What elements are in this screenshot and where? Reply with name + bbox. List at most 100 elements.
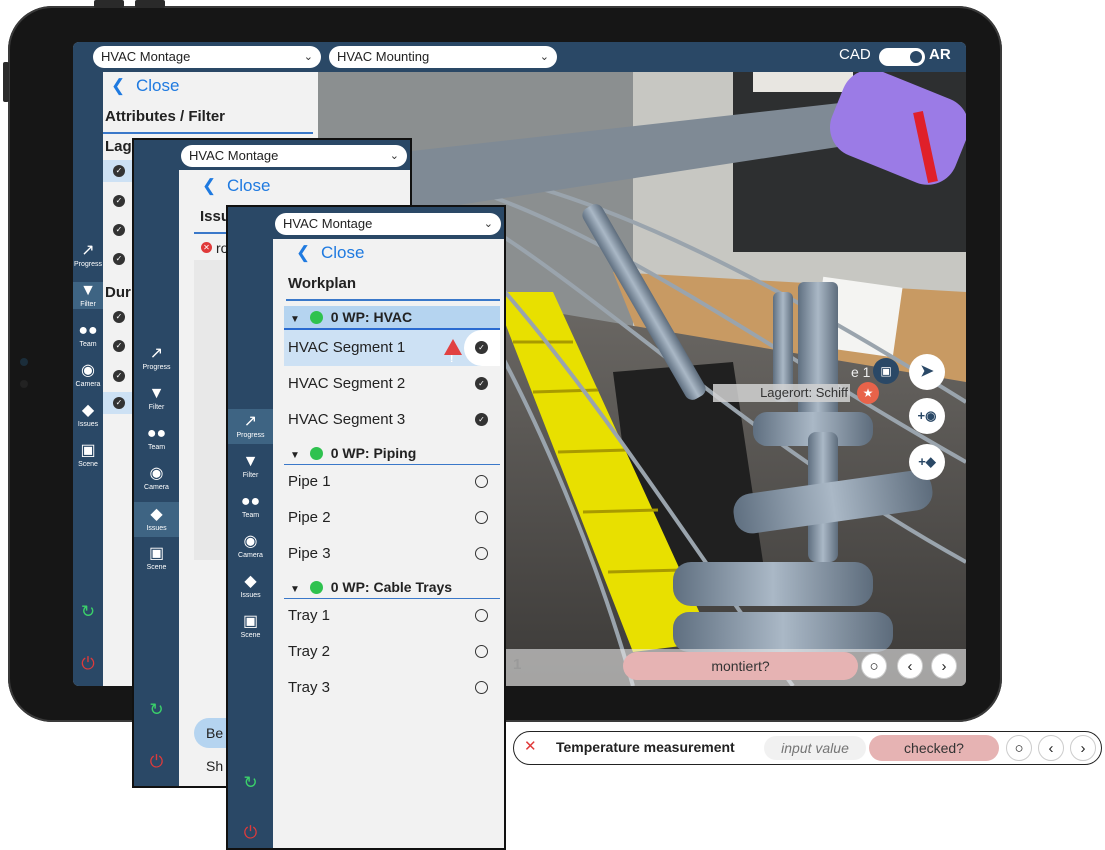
issues-montage-select[interactable]: HVAC Montage ⌄ [181,145,407,167]
ar-label: AR [929,46,951,63]
wp-item-label: HVAC Segment 3 [288,411,406,428]
rail-label: Issues [146,525,167,532]
front-camera [20,358,28,366]
trending-up-icon: ↗ [243,413,258,430]
previous-button[interactable]: ‹ [1038,735,1064,761]
montage-select[interactable]: HVAC Montage ⌄ [93,46,321,68]
trending-up-icon: ↗ [81,242,95,259]
rail-filter[interactable]: ▼ Filter [134,385,179,412]
rail-camera[interactable]: ◉ Camera [73,362,103,389]
wp-item[interactable]: HVAC Segment 2 ✓ [284,366,500,402]
rail-camera[interactable]: ◉ Camera [228,533,273,560]
add-photo-icon[interactable]: +◉ [909,398,945,434]
camera-icon: ◉ [243,533,258,550]
side-rail: ↗ Progress ▼ Filter ●● Team ◉ Camera ◆ I… [228,207,273,848]
wp-item[interactable]: Pipe 2 [284,500,500,536]
rail-scene[interactable]: ▣ Scene [73,442,103,469]
rail-issues[interactable]: ◆ Issues [73,402,103,429]
rail-filter[interactable]: ▼ Filter [228,453,273,480]
rail-filter[interactable]: ▼ Filter [73,282,103,309]
rail-team[interactable]: ●● Team [228,493,273,520]
rail-label: Progress [236,432,265,439]
rail-label: Issues [77,421,99,428]
scene-select-icon[interactable]: ▣ [873,358,899,384]
wp-item[interactable]: Tray 1 [284,598,500,634]
wp-item[interactable]: Pipe 1 [284,464,500,500]
status-circle-button[interactable]: ○ [1006,735,1032,761]
checked-button[interactable]: checked? [869,735,999,761]
rail-issues[interactable]: ◆ Issues [134,502,179,537]
power-icon[interactable]: ⏻ [134,752,179,772]
power-icon[interactable]: ⏻ [73,654,103,674]
wp-group-hvac[interactable]: ▼ 0 WP: HVAC [284,306,500,330]
wp-item-label: Pipe 3 [288,545,331,562]
chevron-left-icon: ❮ [202,176,217,195]
next-button[interactable]: › [1070,735,1096,761]
check-icon: ✓ [475,341,488,354]
sync-icon[interactable]: ↻ [134,700,179,720]
wp-item-label: HVAC Segment 2 [288,375,406,392]
close-icon[interactable]: ✕ [524,737,537,755]
dur-heading: Dur [105,284,131,301]
rail-label: Camera [75,381,101,388]
rail-progress[interactable]: ↗ Progress [134,345,179,372]
status-dot-icon [309,581,323,594]
previous-button[interactable]: ‹ [897,653,923,679]
location-pin-icon: ◆ [150,506,163,523]
check-icon: ✓ [475,413,488,426]
bottom-button-label: Be [206,725,224,741]
rail-camera[interactable]: ◉ Camera [134,465,179,492]
power-icon[interactable]: ⏻ [228,823,273,843]
montiert-button[interactable]: montiert? [623,652,858,680]
rail-progress[interactable]: ↗ Progress [73,242,103,269]
rail-label: Filter [80,301,96,308]
close-button[interactable]: ❮ Close [296,243,364,263]
rail-label: Camera [144,484,169,491]
wp-item[interactable]: Pipe 3 [284,536,500,572]
rail-team[interactable]: ●● Team [73,322,103,349]
rail-scene[interactable]: ▣ Scene [228,613,273,640]
add-location-icon[interactable]: +◆ [909,444,945,480]
group-title: 0 WP: HVAC [330,309,413,325]
workplan-window: ↗ Progress ▼ Filter ●● Team ◉ Camera ◆ I… [226,205,506,850]
check-icon: ✓ [113,224,125,236]
sync-icon[interactable]: ↻ [228,773,273,793]
next-button[interactable]: › [931,653,957,679]
workplan-montage-select[interactable]: HVAC Montage ⌄ [275,213,501,235]
wp-group-piping[interactable]: ▼ 0 WP: Piping [284,442,500,465]
group-title: 0 WP: Cable Trays [330,579,453,595]
rail-label: Team [241,512,260,519]
wp-item[interactable]: Tray 2 [284,634,500,670]
cad-ar-toggle[interactable] [879,48,925,66]
check-icon: ✓ [113,397,125,409]
tag-icon[interactable]: ★ [857,382,879,404]
rail-progress[interactable]: ↗ Progress [228,409,273,444]
scene-icon: ▣ [242,613,259,630]
empty-circle-icon [475,645,488,658]
status-circle-button[interactable]: ○ [861,653,887,679]
rail-label: Scene [78,461,98,468]
sync-icon[interactable]: ↻ [73,602,103,622]
send-icon[interactable]: ➤ [909,354,945,390]
wp-item[interactable]: Tray 3 [284,670,500,706]
close-button[interactable]: ❮ Close [202,176,270,196]
rail-scene[interactable]: ▣ Scene [134,545,179,572]
wp-group-cable-trays[interactable]: ▼ 0 WP: Cable Trays [284,576,500,599]
temperature-input[interactable] [764,736,866,760]
close-label: Close [226,176,271,195]
wp-item[interactable]: HVAC Segment 3 ✓ [284,402,500,438]
close-button[interactable]: ❮ Close [111,76,179,96]
rail-issues[interactable]: ◆ Issues [228,573,273,600]
wp-item[interactable]: HVAC Segment 1 ! ✓ [284,330,500,366]
mounting-select[interactable]: HVAC Mounting ⌄ [329,46,557,68]
rail-team[interactable]: ●● Team [134,425,179,452]
check-icon: ✓ [113,253,125,265]
check-icon: ✓ [113,311,125,323]
check-icon: ✓ [475,377,488,390]
group-title: 0 WP: Piping [330,445,417,461]
rail-label: Team [147,444,166,451]
divider [286,299,500,301]
wp-item-label: Pipe 1 [288,473,331,490]
empty-circle-icon [475,681,488,694]
rail-label: Filter [148,404,165,411]
